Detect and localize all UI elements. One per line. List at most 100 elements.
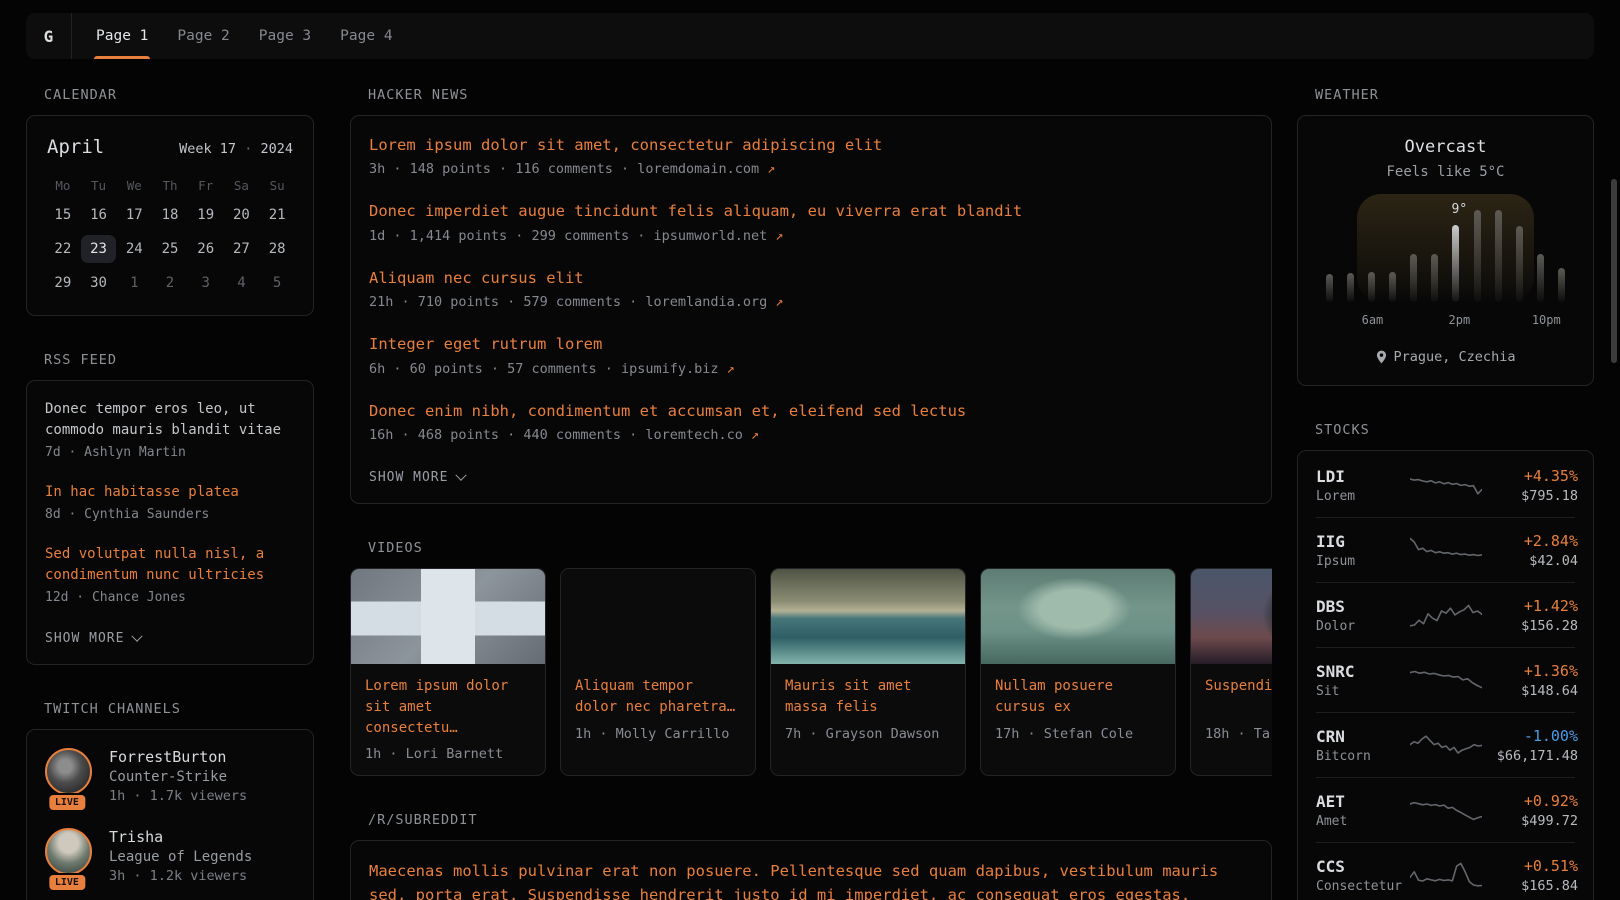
page-tab[interactable]: Page 4 xyxy=(340,13,392,59)
daylight-band xyxy=(1357,194,1533,302)
video-title[interactable]: Nullam posuere cursus ex xyxy=(995,676,1161,719)
hackernews-item-meta: 6h · 60 points · 57 comments · ipsumify.… xyxy=(369,361,1253,377)
video-title[interactable]: Suspendisse diam xyxy=(1205,676,1272,719)
stock-name: Amet xyxy=(1316,814,1410,829)
video-title[interactable]: Lorem ipsum dolor sit amet consectetu… xyxy=(365,676,531,739)
rss-item-title[interactable]: Donec tempor eros leo, ut commodo mauris… xyxy=(45,399,295,441)
hackernews-item-title[interactable]: Integer eget rutrum lorem xyxy=(369,333,1253,355)
video-card-body: Suspendisse diam 18h · Tara xyxy=(1191,664,1272,755)
calendar-month: April xyxy=(47,136,104,158)
weather-bar xyxy=(1389,272,1396,302)
calendar-day: 27 xyxy=(224,235,260,263)
external-link-icon[interactable]: ↗ xyxy=(727,361,735,377)
rss-show-more-label: SHOW MORE xyxy=(45,631,124,646)
stock-row[interactable]: DBS Dolor +1.42% $156.28 xyxy=(1316,583,1575,648)
stock-row[interactable]: LDI Lorem +4.35% $795.18 xyxy=(1316,453,1575,518)
video-card[interactable]: Nullam posuere cursus ex 17h · Stefan Co… xyxy=(980,568,1176,776)
stock-name: Dolor xyxy=(1316,619,1410,634)
hackernews-show-more-button[interactable]: SHOW MORE xyxy=(369,470,465,485)
calendar-day: 17 xyxy=(116,201,152,229)
hackernews-list: Lorem ipsum dolor sit amet, consectetur … xyxy=(369,134,1253,443)
external-link-icon[interactable]: ↗ xyxy=(775,294,783,310)
twitch-card: LIVE ForrestBurton Counter-Strike 1h · 1… xyxy=(26,729,314,900)
video-thumbnail xyxy=(351,569,545,664)
calendar-day: 16 xyxy=(81,201,117,229)
app-logo[interactable]: G xyxy=(26,13,72,59)
stock-row[interactable]: CCS Consectetur +0.51% $165.84 xyxy=(1316,843,1575,900)
location-pin-icon xyxy=(1376,350,1387,364)
calendar-weekday: We xyxy=(116,174,152,201)
weather-bar xyxy=(1431,254,1438,302)
video-card[interactable]: Lorem ipsum dolor sit amet consectetu… 1… xyxy=(350,568,546,776)
stock-row[interactable]: CRN Bitcorn -1.00% $66,171.48 xyxy=(1316,713,1575,778)
video-card[interactable]: Aliquam tempor dolor nec pharetra… 1h · … xyxy=(560,568,756,776)
page-tab-label: Page 2 xyxy=(177,28,229,44)
video-thumbnail xyxy=(561,569,755,664)
subreddit-card: Maecenas mollis pulvinar erat non posuer… xyxy=(350,840,1272,900)
calendar-day: 23 xyxy=(81,235,117,263)
subreddit-post-title[interactable]: Maecenas mollis pulvinar erat non posuer… xyxy=(369,859,1253,900)
page-tab[interactable]: Page 1 xyxy=(96,13,148,59)
rss-item-title[interactable]: In hac habitasse platea xyxy=(45,482,295,503)
rss-show-more-button[interactable]: SHOW MORE xyxy=(45,631,141,646)
stock-name: Bitcorn xyxy=(1316,749,1410,764)
hackernews-item-meta-text: 3h · 148 points · 116 comments · loremdo… xyxy=(369,161,759,177)
twitch-channel-list: LIVE ForrestBurton Counter-Strike 1h · 1… xyxy=(45,748,295,900)
weather-bar xyxy=(1452,225,1459,302)
calendar-week-label: Week xyxy=(179,141,212,157)
live-badge: LIVE xyxy=(47,873,87,892)
hackernews-item-title[interactable]: Donec imperdiet augue tincidunt felis al… xyxy=(369,200,1253,222)
subreddit-section: /R/SUBREDDIT Maecenas mollis pulvinar er… xyxy=(350,812,1272,900)
rss-item: Sed volutpat nulla nisl, a condimentum n… xyxy=(45,544,295,605)
weather-bar xyxy=(1516,226,1523,302)
calendar-weekday: Tu xyxy=(81,174,117,201)
stock-change-percent: -1.00% xyxy=(1482,727,1578,745)
hackernews-item-title[interactable]: Donec enim nibh, condimentum et accumsan… xyxy=(369,400,1253,422)
video-title[interactable]: Aliquam tempor dolor nec pharetra… xyxy=(575,676,741,719)
stock-sparkline xyxy=(1410,860,1482,892)
rss-item-title[interactable]: Sed volutpat nulla nisl, a condimentum n… xyxy=(45,544,295,586)
page-scrollbar[interactable] xyxy=(1611,179,1617,363)
hackernews-item-title[interactable]: Aliquam nec cursus elit xyxy=(369,267,1253,289)
rss-item: Donec tempor eros leo, ut commodo mauris… xyxy=(45,399,295,460)
stock-row[interactable]: SNRC Sit +1.36% $148.64 xyxy=(1316,648,1575,713)
page-tab-label: Page 3 xyxy=(259,28,311,44)
twitch-channel-row[interactable]: LIVE Trisha League of Legends 3h · 1.2k … xyxy=(45,828,295,884)
video-thumbnail xyxy=(771,569,965,664)
hackernews-item: Lorem ipsum dolor sit amet, consectetur … xyxy=(369,134,1253,177)
video-title[interactable]: Mauris sit amet massa felis xyxy=(785,676,951,719)
stock-id: CRN Bitcorn xyxy=(1316,727,1410,764)
page-tab-label: Page 4 xyxy=(340,28,392,44)
channel-info: Trisha League of Legends 3h · 1.2k viewe… xyxy=(109,828,252,884)
video-card-body: Nullam posuere cursus ex 17h · Stefan Co… xyxy=(981,664,1175,755)
calendar-day: 1 xyxy=(116,269,152,297)
stock-row[interactable]: AET Amet +0.92% $499.72 xyxy=(1316,778,1575,843)
channel-name[interactable]: ForrestBurton xyxy=(109,748,247,766)
calendar-section-label: CALENDAR xyxy=(44,87,314,103)
channel-name[interactable]: Trisha xyxy=(109,828,252,846)
twitch-section: TWITCH CHANNELS LIVE ForrestBurton xyxy=(26,701,314,900)
stock-change-percent: +1.42% xyxy=(1482,597,1578,615)
stock-price: $795.18 xyxy=(1482,488,1578,504)
video-thumbnail xyxy=(1191,569,1272,664)
hackernews-item-meta: 16h · 468 points · 440 comments · loremt… xyxy=(369,427,1253,443)
stock-sparkline xyxy=(1410,600,1482,632)
external-link-icon[interactable]: ↗ xyxy=(775,228,783,244)
page-tab[interactable]: Page 2 xyxy=(177,13,229,59)
video-card[interactable]: Suspendisse diam 18h · Tara xyxy=(1190,568,1272,776)
weather-time-label: 10pm xyxy=(1532,313,1561,327)
stock-sparkline xyxy=(1410,470,1482,502)
hackernews-item-title[interactable]: Lorem ipsum dolor sit amet, consectetur … xyxy=(369,134,1253,156)
weather-bar xyxy=(1495,210,1502,302)
external-link-icon[interactable]: ↗ xyxy=(767,161,775,177)
page-tab[interactable]: Page 3 xyxy=(259,13,311,59)
calendar-day: 20 xyxy=(224,201,260,229)
video-card[interactable]: Mauris sit amet massa felis 7h · Grayson… xyxy=(770,568,966,776)
external-link-icon[interactable]: ↗ xyxy=(751,427,759,443)
calendar-day: 18 xyxy=(152,201,188,229)
hackernews-card: Lorem ipsum dolor sit amet, consectetur … xyxy=(350,115,1272,504)
video-author: 7h · Grayson Dawson xyxy=(785,726,951,742)
twitch-channel-row[interactable]: LIVE ForrestBurton Counter-Strike 1h · 1… xyxy=(45,748,295,804)
stock-id: AET Amet xyxy=(1316,792,1410,829)
stock-row[interactable]: IIG Ipsum +2.84% $42.04 xyxy=(1316,518,1575,583)
